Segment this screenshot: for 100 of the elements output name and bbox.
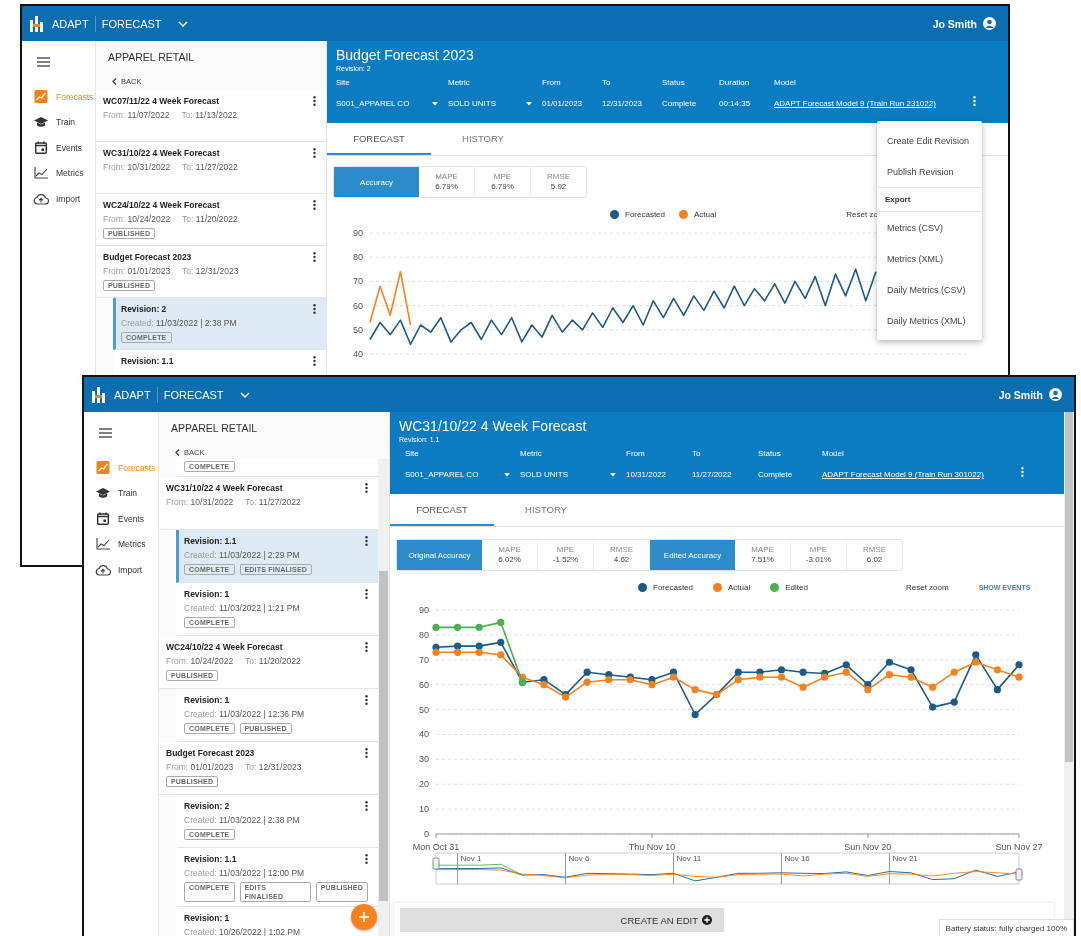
axis-label: 0 — [424, 829, 429, 839]
date-text: Created: 11/03/2022 | 1:21 PM — [184, 603, 300, 613]
date-text: To: 11/27/2022 — [245, 497, 301, 507]
navigator-label: Nov 21 — [892, 854, 918, 863]
metric-value: -3.01% — [805, 555, 832, 565]
app-name: ADAPT — [114, 388, 151, 401]
item-title: WC07/11/22 4 Week Forecast — [103, 96, 220, 106]
axis-label: Thu Nov 10 — [628, 842, 676, 852]
date-text: To: 11/20/2022 — [245, 656, 301, 666]
item-title: WC24/10/22 4 Week Forecast — [103, 200, 220, 210]
date-text: From: 11/07/2022 — [103, 110, 170, 120]
item-title: Revision: 1.1 — [121, 356, 174, 366]
date-text: Created: 11/03/2022 | 2:38 PM — [121, 318, 237, 328]
filter-label: To — [602, 78, 612, 87]
metric-label: MAPE — [435, 172, 458, 182]
axis-label: Sun Nov 20 — [844, 842, 892, 852]
metric-label: MPE — [493, 172, 512, 182]
filter-label: Site — [336, 78, 351, 87]
filter-label: Status — [662, 78, 686, 87]
metric-label: MPE — [809, 545, 828, 555]
metric-label: RMSE — [862, 545, 887, 555]
navigator-label: Nov 1 — [460, 854, 482, 863]
axis-label: 80 — [419, 629, 429, 640]
navigator-label: Nov 6 — [568, 854, 590, 863]
filter-label: Metric — [520, 449, 543, 458]
axis-label: 40 — [353, 349, 363, 359]
axis-label: Sun Nov 27 — [995, 842, 1043, 852]
filter-value: 00:14:35 — [719, 99, 752, 108]
axis-label: 10 — [419, 804, 429, 815]
item-title: WC31/10/22 4 Week Forecast — [166, 483, 283, 493]
user-name: Jo Smith — [998, 388, 1043, 401]
date-text: To: 11/27/2022 — [182, 162, 238, 172]
filter-label: Duration — [719, 78, 751, 87]
metric-value: 6.02 — [866, 555, 883, 565]
menu-section-header: Export — [877, 187, 982, 212]
metric-value: 5.92 — [550, 182, 567, 192]
date-text: Created: 11/03/2022 | 12:36 PM — [184, 709, 305, 719]
list-title: APPAREL RETAIL — [107, 50, 196, 63]
date-text: From: 01/01/2023 — [103, 266, 171, 276]
metric-label: MAPE — [498, 545, 521, 555]
filter-value: 10/31/2022 — [626, 470, 668, 479]
filter-value: Complete — [758, 470, 794, 479]
metric-label: MPE — [556, 545, 575, 555]
date-text: Created: 11/03/2022 | 2:38 PM — [184, 815, 300, 825]
axis-label: 50 — [419, 704, 429, 715]
filter-label: Status — [758, 449, 782, 458]
item-title: Budget Forecast 2023 — [166, 748, 255, 758]
axis-label: 70 — [419, 654, 429, 665]
filter-label: To — [692, 449, 702, 458]
date-text: From: 10/24/2022 — [166, 656, 234, 666]
tooltip: Battery status: fully charged 100% — [938, 919, 1074, 936]
metric-label: RMSE — [546, 172, 571, 182]
axis-label: Mon Oct 31 — [412, 842, 460, 852]
axis-label: 60 — [419, 679, 429, 690]
date-text: From: 10/24/2022 — [103, 214, 171, 224]
date-text: To: 12/31/2023 — [245, 762, 302, 772]
filter-value: 11/27/2022 — [692, 470, 733, 479]
axis-label: 40 — [419, 729, 429, 740]
navigator-label: Nov 11 — [676, 854, 702, 863]
axis-label: 90 — [353, 228, 363, 238]
axis-label: 30 — [419, 754, 429, 765]
metric-label: RMSE — [609, 545, 634, 555]
filter-label: From — [542, 78, 562, 87]
axis-label: 70 — [353, 276, 363, 287]
date-text: To: 12/31/2023 — [182, 266, 239, 276]
metric-value: -1.52% — [552, 555, 579, 565]
axis-label: 50 — [353, 324, 363, 335]
item-title: Budget Forecast 2023 — [103, 252, 192, 262]
item-title: Revision: 2 — [184, 801, 230, 811]
date-text: From: 01/01/2023 — [166, 762, 234, 772]
item-title: Revision: 1 — [184, 695, 230, 705]
date-text: From: 10/31/2022 — [103, 162, 171, 172]
filter-value: 12/31/2023 — [602, 99, 644, 108]
metric-label: MAPE — [751, 545, 774, 555]
item-title: Revision: 1.1 — [184, 854, 237, 864]
filter-label: Model — [774, 78, 797, 87]
metric-value: 6.02% — [498, 555, 521, 565]
axis-label: 90 — [419, 605, 429, 615]
navigator-label: Nov 16 — [784, 854, 810, 863]
date-text: Created: 11/03/2022 | 12:00 PM — [184, 868, 305, 878]
filter-value: 01/01/2023 — [542, 99, 584, 108]
metric-value: 6.79% — [491, 182, 514, 192]
filter-value: Complete — [662, 99, 698, 108]
date-text: From: 10/31/2022 — [166, 497, 234, 507]
user-name: Jo Smith — [932, 17, 977, 30]
list-title: APPAREL RETAIL — [170, 421, 259, 434]
item-title: Revision: 1.1 — [184, 536, 237, 546]
axis-label: 20 — [419, 779, 429, 790]
app-name: ADAPT — [52, 17, 89, 30]
metric-value: 4.62 — [613, 555, 630, 565]
item-title: Revision: 1 — [184, 589, 230, 599]
axis-label: 80 — [353, 252, 363, 263]
item-title: Revision: 2 — [121, 304, 167, 314]
filter-label: Site — [405, 449, 420, 458]
axis-label: 60 — [353, 300, 363, 311]
metric-value: 6.79% — [435, 182, 458, 192]
date-text: Created: 10/26/2022 | 1:02 PM — [184, 927, 301, 936]
date-text: To: 11/20/2022 — [182, 214, 238, 224]
metric-value: 7.51% — [751, 555, 774, 565]
filter-label: From — [626, 449, 646, 458]
